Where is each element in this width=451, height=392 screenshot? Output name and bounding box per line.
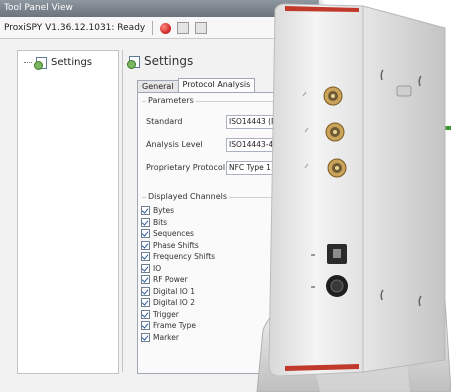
proprietary-protocol-label: Proprietary Protocol: [146, 163, 226, 172]
settings-icon: [34, 57, 47, 70]
side-label-icon: [396, 85, 412, 97]
tab-protocol-analysis[interactable]: Protocol Analysis: [177, 78, 256, 93]
channel-label: RF Power: [153, 275, 188, 285]
checkbox-check-icon: [141, 217, 150, 227]
checkbox-check-icon: [141, 263, 150, 273]
tab-strip: General Protocol Analysis: [137, 78, 256, 93]
channel-label: Bits: [153, 217, 168, 227]
record-button[interactable]: [160, 22, 171, 34]
panel-header: Settings: [127, 54, 194, 69]
pause-button[interactable]: [176, 22, 189, 34]
analysis-level-label: Analysis Level: [146, 140, 203, 149]
channel-label: Sequences: [153, 229, 194, 239]
parameters-group-title: Parameters: [146, 96, 196, 105]
checkbox-check-icon: [141, 252, 150, 262]
checkbox-check-icon: [141, 275, 150, 285]
channel-label: Digital IO 1: [153, 286, 195, 296]
tree-connector: [24, 62, 32, 63]
panel-title: Settings: [144, 54, 194, 68]
tab-general[interactable]: General: [137, 80, 179, 92]
checkbox-check-icon: [141, 286, 150, 296]
channel-label: Frame Type: [153, 321, 196, 331]
settings-tree: Settings: [17, 50, 119, 374]
checkbox-check-icon: [141, 206, 150, 216]
connector-1-icon: [323, 86, 343, 106]
checkbox-check-icon: [141, 229, 150, 239]
settings-icon: [127, 55, 140, 69]
checkbox-check-icon: [141, 332, 150, 342]
channel-label: Trigger: [153, 309, 179, 319]
channels-group-title: Displayed Channels: [146, 192, 230, 201]
channel-label: Bytes: [153, 206, 175, 216]
checkbox-check-icon: [141, 321, 150, 331]
channel-label: IO: [153, 263, 162, 273]
proxispy-device-photo: [256, 3, 451, 392]
status-text: ProxiSPY V1.36.12.1031: Ready: [4, 23, 146, 33]
standard-label: Standard: [146, 117, 183, 126]
channel-label: Marker: [153, 332, 179, 342]
checkbox-check-icon: [141, 240, 150, 250]
channel-label: Digital IO 2: [153, 298, 195, 308]
tree-item-label: Settings: [51, 57, 93, 68]
checkbox-check-icon: [141, 298, 150, 308]
connector-3-icon: [327, 158, 347, 178]
stop-button[interactable]: [194, 22, 207, 34]
toolbar-separator: [152, 21, 154, 35]
checkbox-check-icon: [141, 309, 150, 319]
connector-2-icon: [325, 122, 345, 142]
channel-label: Frequency Shifts: [153, 252, 216, 262]
channel-label: Phase Shifts: [153, 240, 199, 250]
tree-item-settings[interactable]: Settings: [24, 57, 93, 70]
